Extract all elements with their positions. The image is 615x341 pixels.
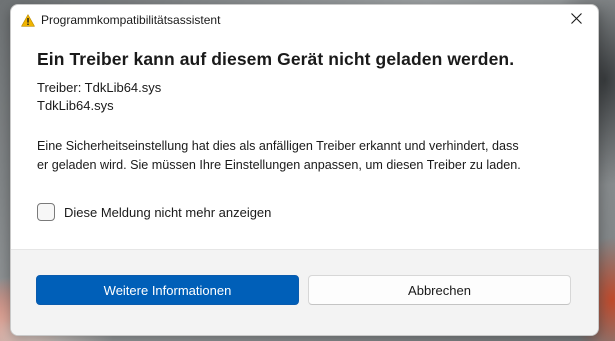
description-line-2: er geladen wird. Sie müssen Ihre Einstel… [37, 157, 521, 172]
close-button[interactable] [554, 5, 598, 35]
description-text: Eine Sicherheitseinstellung hat dies als… [37, 137, 577, 174]
driver-filename: TdkLib64.sys [37, 98, 114, 113]
dont-show-again-checkbox[interactable] [37, 203, 55, 221]
title-bar[interactable]: Programmkompatibilitätsassistent [11, 5, 598, 35]
window-title: Programmkompatibilitätsassistent [41, 13, 221, 27]
dont-show-again-option[interactable]: Diese Meldung nicht mehr anzeigen [37, 203, 271, 221]
cancel-button[interactable]: Abbrechen [308, 275, 571, 305]
more-info-button[interactable]: Weitere Informationen [36, 275, 299, 305]
warning-icon [21, 14, 35, 27]
dialog-heading: Ein Treiber kann auf diesem Gerät nicht … [37, 49, 515, 69]
compatibility-dialog: Programmkompatibilitätsassistent Ein Tre… [10, 4, 599, 336]
description-line-1: Eine Sicherheitseinstellung hat dies als… [37, 139, 519, 153]
dont-show-again-label[interactable]: Diese Meldung nicht mehr anzeigen [64, 205, 271, 220]
button-bar: Weitere Informationen Abbrechen [11, 249, 598, 335]
driver-label: Treiber: TdkLib64.sys [37, 80, 162, 95]
close-icon [570, 11, 582, 29]
